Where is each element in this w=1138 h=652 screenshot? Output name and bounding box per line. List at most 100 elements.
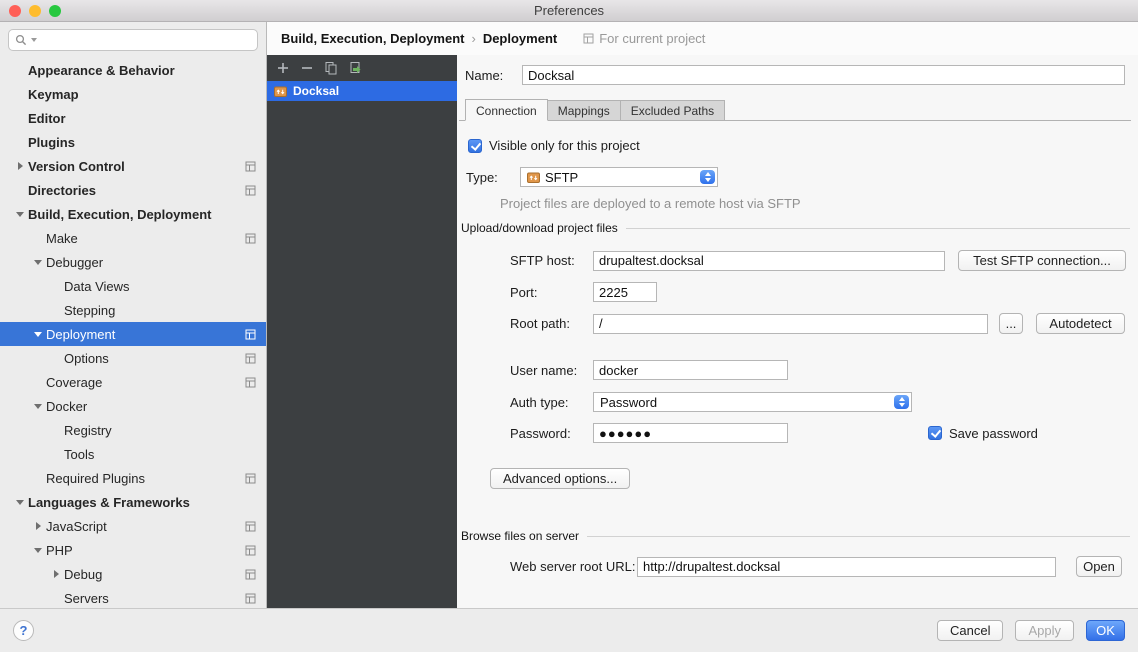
tree-arrow <box>30 374 46 390</box>
remove-button[interactable] <box>297 59 316 78</box>
zoom-button[interactable] <box>49 5 61 17</box>
sidebar-item-label: Version Control <box>28 159 125 174</box>
sidebar-item-label: Debugger <box>46 255 103 270</box>
tree-expand-arrow-icon[interactable] <box>12 494 28 510</box>
sidebar-item-deployment[interactable]: Deployment <box>0 322 266 346</box>
add-button[interactable] <box>273 59 292 78</box>
sidebar-item-label: Editor <box>28 111 66 126</box>
type-hint-text: Project files are deployed to a remote h… <box>500 196 801 211</box>
password-input[interactable] <box>593 423 788 443</box>
tree-arrow <box>48 446 64 462</box>
sidebar-item-required-plugins[interactable]: Required Plugins <box>0 466 266 490</box>
sidebar-item-php[interactable]: PHP <box>0 538 266 562</box>
sidebar-item-docker[interactable]: Docker <box>0 394 266 418</box>
sftp-host-input[interactable] <box>593 251 945 271</box>
tree-expand-arrow-icon[interactable] <box>30 254 46 270</box>
server-item-label: Docksal <box>293 84 339 98</box>
tab-mappings[interactable]: Mappings <box>547 100 621 120</box>
tree-collapse-arrow-icon[interactable] <box>48 566 64 582</box>
shared-config-icon <box>245 233 256 244</box>
tree-collapse-arrow-icon[interactable] <box>30 518 46 534</box>
name-input[interactable] <box>522 65 1125 85</box>
tree-arrow <box>12 62 28 78</box>
search-box[interactable] <box>8 29 258 51</box>
cancel-button[interactable]: Cancel <box>937 620 1003 641</box>
sidebar-item-label: Plugins <box>28 135 75 150</box>
sidebar-item-stepping[interactable]: Stepping <box>0 298 266 322</box>
tree-arrow <box>48 350 64 366</box>
visible-only-checkbox[interactable] <box>468 139 482 153</box>
sidebar-item-javascript[interactable]: JavaScript <box>0 514 266 538</box>
help-button[interactable]: ? <box>13 620 34 641</box>
sidebar-item-label: Debug <box>64 567 102 582</box>
traffic-lights <box>9 5 61 17</box>
sidebar-item-label: Data Views <box>64 279 130 294</box>
sidebar-item-registry[interactable]: Registry <box>0 418 266 442</box>
server-list-toolbar <box>267 55 457 81</box>
sidebar-item-make[interactable]: Make <box>0 226 266 250</box>
open-button[interactable]: Open <box>1076 556 1122 577</box>
sidebar-item-plugins[interactable]: Plugins <box>0 130 266 154</box>
sidebar-item-options[interactable]: Options <box>0 346 266 370</box>
window-title: Preferences <box>534 3 604 18</box>
sidebar-item-data-views[interactable]: Data Views <box>0 274 266 298</box>
close-button[interactable] <box>9 5 21 17</box>
sidebar-item-servers[interactable]: Servers <box>0 586 266 608</box>
sidebar-item-version-control[interactable]: Version Control <box>0 154 266 178</box>
copy-button[interactable] <box>321 59 340 78</box>
shared-config-icon <box>245 593 256 604</box>
search-input[interactable] <box>41 32 251 48</box>
tab-excluded-paths[interactable]: Excluded Paths <box>620 100 725 120</box>
paste-button[interactable] <box>345 59 364 78</box>
sidebar-item-debugger[interactable]: Debugger <box>0 250 266 274</box>
section-upload-label: Upload/download project files <box>461 221 618 235</box>
type-dropdown[interactable]: SFTP <box>520 167 718 187</box>
tree-arrow <box>30 470 46 486</box>
sidebar-item-tools[interactable]: Tools <box>0 442 266 466</box>
search-options-caret-icon[interactable] <box>31 38 37 42</box>
save-password-checkbox[interactable] <box>928 426 942 440</box>
advanced-options-button[interactable]: Advanced options... <box>490 468 630 489</box>
sidebar-item-appearance-behavior[interactable]: Appearance & Behavior <box>0 58 266 82</box>
autodetect-button[interactable]: Autodetect <box>1036 313 1125 334</box>
sidebar-item-label: Options <box>64 351 109 366</box>
sidebar-item-editor[interactable]: Editor <box>0 106 266 130</box>
scope-indicator: For current project <box>583 31 705 46</box>
tree-expand-arrow-icon[interactable] <box>30 326 46 342</box>
tree-expand-arrow-icon[interactable] <box>30 542 46 558</box>
sidebar-item-coverage[interactable]: Coverage <box>0 370 266 394</box>
tree-expand-arrow-icon[interactable] <box>30 398 46 414</box>
ok-button[interactable]: OK <box>1086 620 1125 641</box>
root-path-input[interactable] <box>593 314 988 334</box>
settings-tree: Appearance & Behavior Keymap Editor Plug… <box>0 58 266 608</box>
tree-collapse-arrow-icon[interactable] <box>12 158 28 174</box>
dialog-footer: ? Cancel Apply OK <box>0 608 1138 652</box>
deployment-form: Name: Connection Mappings Excluded Paths… <box>457 55 1138 608</box>
test-sftp-connection-button[interactable]: Test SFTP connection... <box>958 250 1126 271</box>
breadcrumb: Build, Execution, Deployment › Deploymen… <box>267 22 1138 55</box>
tab-connection[interactable]: Connection <box>465 99 548 121</box>
minimize-button[interactable] <box>29 5 41 17</box>
apply-button[interactable]: Apply <box>1015 620 1074 641</box>
tree-arrow <box>12 110 28 126</box>
root-path-browse-button[interactable]: ... <box>999 313 1023 334</box>
breadcrumb-parent[interactable]: Build, Execution, Deployment <box>281 31 464 46</box>
save-password-label: Save password <box>949 426 1038 441</box>
sidebar-item-label: Tools <box>64 447 94 462</box>
web-root-input[interactable] <box>637 557 1056 577</box>
shared-config-icon <box>245 329 256 340</box>
sidebar-item-directories[interactable]: Directories <box>0 178 266 202</box>
auth-type-dropdown[interactable]: Password <box>593 392 912 412</box>
auth-type-value: Password <box>600 395 657 410</box>
server-list-item[interactable]: Docksal <box>267 81 457 101</box>
port-input[interactable] <box>593 282 657 302</box>
tree-expand-arrow-icon[interactable] <box>12 206 28 222</box>
user-name-input[interactable] <box>593 360 788 380</box>
auth-type-label: Auth type: <box>510 395 593 410</box>
sidebar-item-debug[interactable]: Debug <box>0 562 266 586</box>
sidebar-item-build-execution-deployment[interactable]: Build, Execution, Deployment <box>0 202 266 226</box>
sidebar-item-label: Appearance & Behavior <box>28 63 175 78</box>
sidebar-item-keymap[interactable]: Keymap <box>0 82 266 106</box>
sidebar-item-label: Docker <box>46 399 87 414</box>
sidebar-item-languages-frameworks[interactable]: Languages & Frameworks <box>0 490 266 514</box>
